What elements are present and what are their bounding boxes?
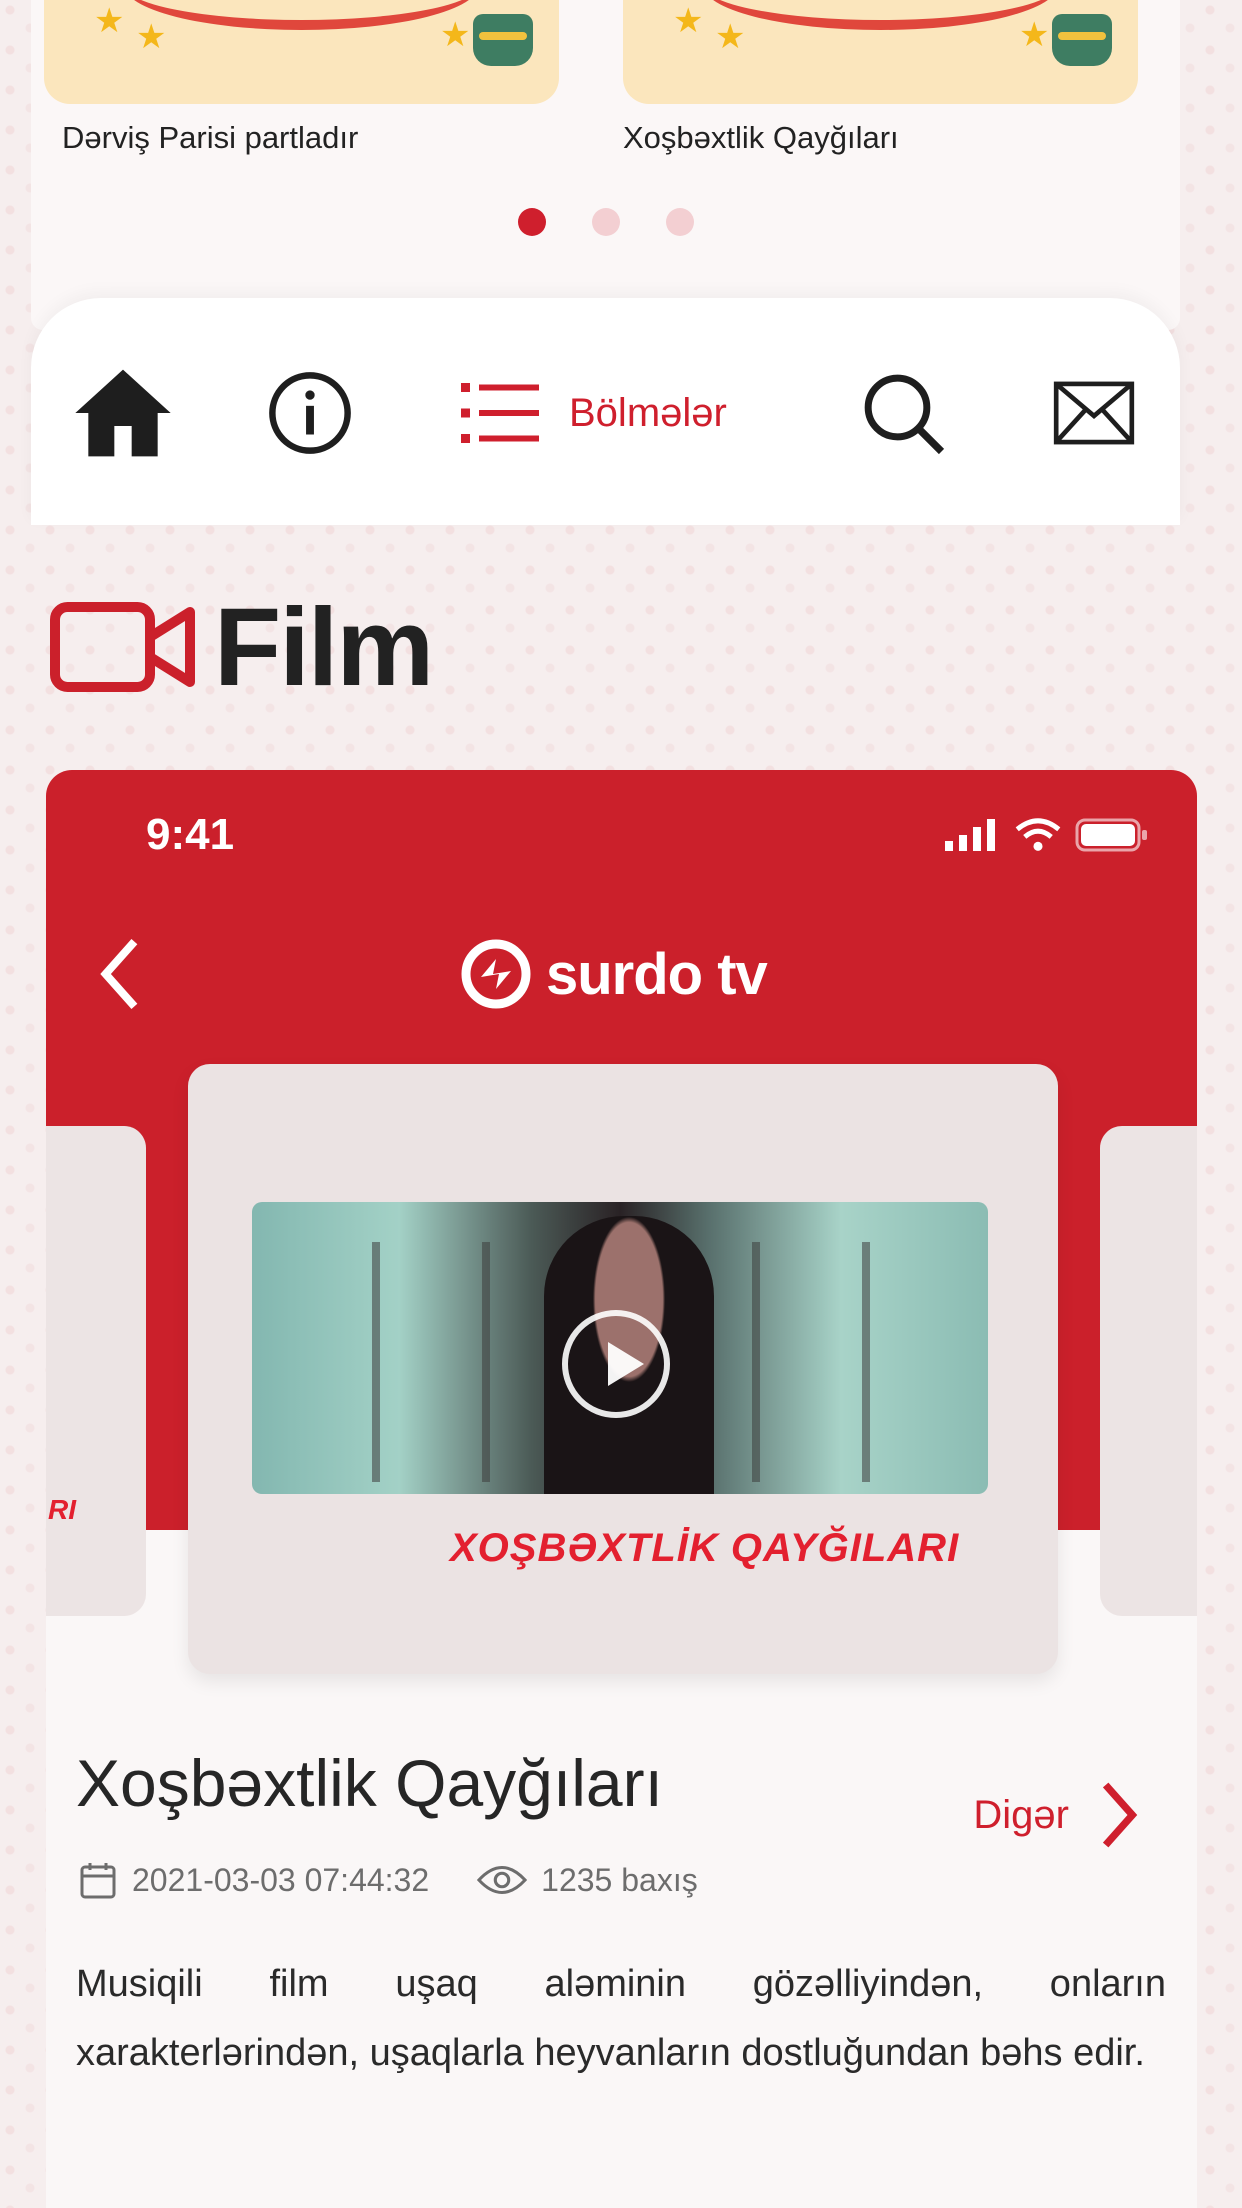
nav-info[interactable]: [267, 358, 353, 468]
battery-icon: [1075, 818, 1147, 852]
status-time: 9:41: [146, 810, 235, 859]
eye-icon: [477, 1865, 528, 1895]
carousel-thumbnail-1[interactable]: ★ ★ ★: [44, 0, 559, 104]
episode-title: Xoşbəxtlik Qayğıları: [76, 1746, 663, 1820]
nav-home[interactable]: [71, 358, 175, 468]
publish-date: 2021-03-03 07:44:32: [78, 1860, 429, 1900]
view-count-text: 1235 baxış: [541, 1861, 698, 1898]
video-card[interactable]: XOŞBƏXTLİK QAYĞILARI: [188, 1064, 1058, 1674]
more-label: Digər: [973, 1792, 1069, 1837]
carousel-card-next[interactable]: [1100, 1126, 1197, 1616]
nav-sections-label: Bölmələr: [569, 390, 727, 435]
info-icon: [269, 372, 351, 454]
bottom-navigation: Bölmələr: [31, 298, 1180, 525]
pagination-dot[interactable]: [665, 208, 694, 236]
section-heading: Film: [50, 582, 434, 712]
play-icon[interactable]: [562, 1310, 670, 1418]
home-icon: [75, 369, 171, 457]
pagination-dot-active[interactable]: [517, 208, 546, 236]
chevron-right-icon: [1102, 1782, 1138, 1848]
search-icon: [864, 374, 945, 455]
surdo-logo-icon: [461, 939, 531, 1009]
carousel-pagination: [31, 208, 1180, 241]
status-icons: [945, 818, 1149, 852]
chevron-left-icon: [100, 938, 138, 1010]
video-camera-icon: [50, 602, 195, 692]
view-count: 1235 baxış: [477, 1862, 698, 1899]
carousel-item-title[interactable]: Dərviş Parisi partladır: [62, 120, 358, 156]
section-title: Film: [214, 585, 434, 709]
nav-search[interactable]: [859, 358, 947, 468]
signal-icon: [945, 819, 995, 851]
pot-decoration-icon: [473, 14, 533, 66]
pot-decoration-icon: [1052, 14, 1112, 66]
back-button[interactable]: [98, 938, 142, 1015]
featured-carousel: ★ ★ ★ ★ ★ ★ Dərviş Parisi partladır Xoşb…: [31, 0, 1180, 330]
calendar-icon: [80, 1863, 116, 1899]
carousel-thumbnail-2[interactable]: ★ ★ ★: [623, 0, 1138, 104]
logo-text: surdo tv: [546, 941, 768, 1007]
nav-contact[interactable]: [1053, 358, 1135, 468]
phone-mockup: 9:41 surdo tv RI XOŞBƏXTLİK QAYĞILARI Xo…: [46, 770, 1197, 2208]
wifi-icon: [1015, 818, 1061, 851]
video-card-caption: XOŞBƏXTLİK QAYĞILARI: [450, 1526, 960, 1570]
episode-meta: 2021-03-03 07:44:32 1235 baxış: [78, 1860, 746, 1900]
side-card-caption: RI: [48, 1494, 76, 1525]
more-button[interactable]: Digər: [973, 1780, 1139, 1850]
list-icon: [461, 383, 539, 443]
mail-icon: [1053, 381, 1135, 445]
publish-date-text: 2021-03-03 07:44:32: [132, 1861, 430, 1898]
pagination-dot[interactable]: [591, 208, 620, 236]
episode-description: Musiqili film uşaq aləminin gözəlliyində…: [76, 1963, 1166, 2074]
nav-sections[interactable]: Bölmələr: [461, 358, 727, 468]
carousel-item-title[interactable]: Xoşbəxtlik Qayğıları: [623, 120, 899, 156]
carousel-card-prev[interactable]: RI: [46, 1126, 146, 1616]
app-logo: surdo tv: [460, 938, 768, 1010]
